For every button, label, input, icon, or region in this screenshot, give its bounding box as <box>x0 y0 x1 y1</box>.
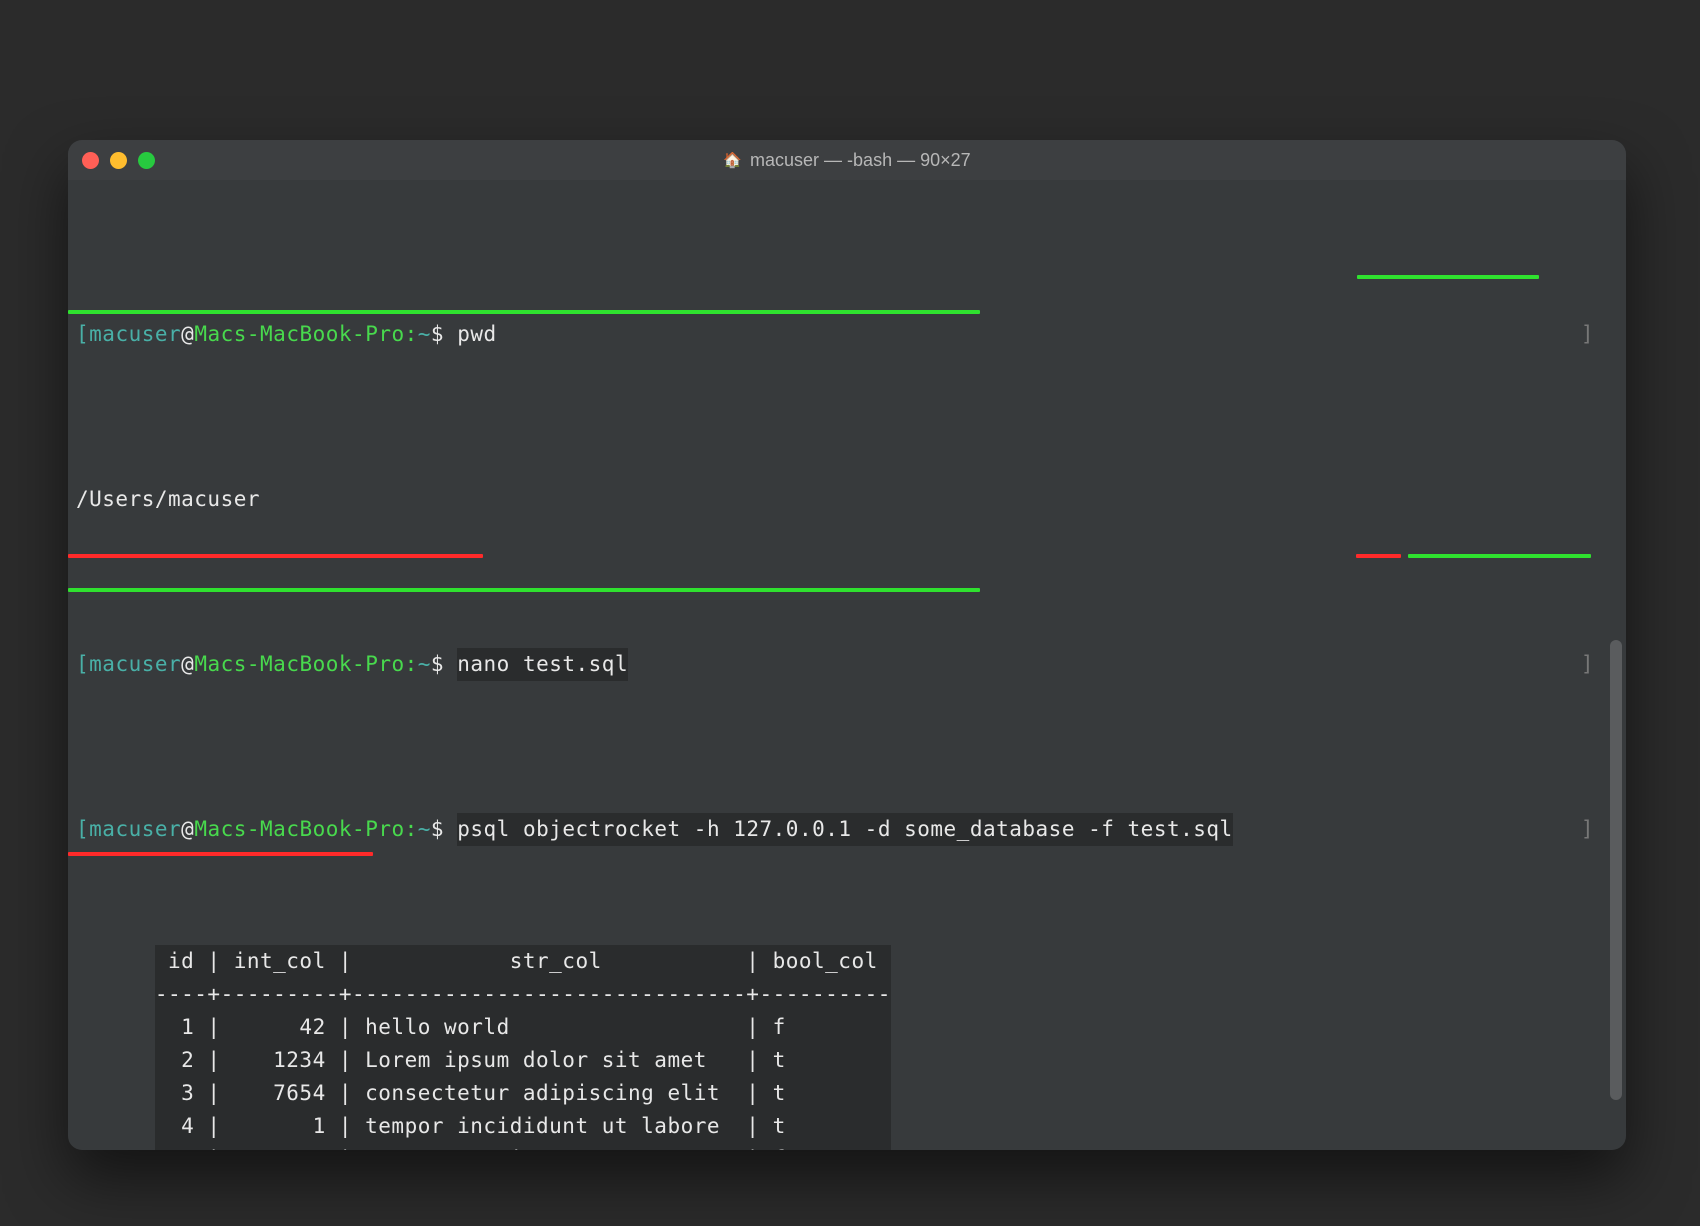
table-row: 3 | 7654 | consectetur adipiscing elit |… <box>155 1077 891 1110</box>
bracket-right-icon: ] <box>1581 813 1594 846</box>
bracket-right-icon: ] <box>1581 648 1594 681</box>
command-text: nano test.sql <box>444 648 628 681</box>
prompt-line: [macuser@Macs-MacBook-Pro:~$ nano test.s… <box>76 648 1618 681</box>
table-row: 4 | 1 | tempor incididunt ut labore | t <box>155 1110 891 1143</box>
query-output-block: id | int_col | str_col | bool_col ----+-… <box>155 945 891 1150</box>
prompt-line: [macuser@Macs-MacBook-Pro:~$ pwd] <box>76 318 1618 351</box>
prompt-at: @ <box>181 318 194 351</box>
prompt-host: Macs-MacBook-Pro: <box>194 813 417 846</box>
prompt-at: @ <box>181 813 194 846</box>
prompt-user: macuser <box>89 318 181 351</box>
command-text: psql objectrocket -h 127.0.0.1 -d some_d… <box>444 813 1233 846</box>
terminal-body[interactable]: [macuser@Macs-MacBook-Pro:~$ pwd] /Users… <box>68 180 1626 1150</box>
command-text: pwd <box>444 318 497 351</box>
prompt-path: ~ <box>418 813 431 846</box>
table-separator: ----+---------+-------------------------… <box>155 978 891 1011</box>
annotation-underline <box>68 852 373 856</box>
titlebar[interactable]: 🏠 macuser — -bash — 90×27 <box>68 140 1626 180</box>
table-row: 1 | 42 | hello world | f <box>155 1011 891 1044</box>
annotation-underline <box>68 588 980 592</box>
annotation-underline <box>68 310 980 314</box>
annotation-underline <box>68 554 483 558</box>
bracket-icon: [ <box>76 813 89 846</box>
output-line: /Users/macuser <box>76 483 1618 516</box>
table-row: 2 | 1234 | Lorem ipsum dolor sit amet | … <box>155 1044 891 1077</box>
home-icon: 🏠 <box>723 151 742 169</box>
prompt-sigil: $ <box>431 648 444 681</box>
cmd-nano: nano test.sql <box>457 648 628 681</box>
cmd-pwd: pwd <box>457 322 496 346</box>
cmd-psql-f: psql objectrocket -h 127.0.0.1 -d some_d… <box>457 813 1232 846</box>
window-title: 🏠 macuser — -bash — 90×27 <box>68 150 1626 171</box>
terminal-window: 🏠 macuser — -bash — 90×27 [macuser@Macs-… <box>68 140 1626 1150</box>
prompt-line: [macuser@Macs-MacBook-Pro:~$ psql object… <box>76 813 1618 846</box>
bracket-right-icon: ] <box>1581 318 1594 351</box>
annotation-underline <box>1356 554 1401 558</box>
annotation-underline <box>1357 275 1539 279</box>
bracket-icon: [ <box>76 318 89 351</box>
table-row: 5 | 99999 | Excepteur sint occaecat | f <box>155 1143 891 1150</box>
bracket-icon: [ <box>76 648 89 681</box>
prompt-path: ~ <box>418 648 431 681</box>
annotation-underline <box>1408 554 1591 558</box>
prompt-user: macuser <box>89 813 181 846</box>
prompt-sigil: $ <box>431 318 444 351</box>
prompt-sigil: $ <box>431 813 444 846</box>
scrollbar-thumb[interactable] <box>1610 640 1622 1100</box>
prompt-path: ~ <box>418 318 431 351</box>
prompt-host: Macs-MacBook-Pro: <box>194 318 417 351</box>
prompt-at: @ <box>181 648 194 681</box>
prompt-host: Macs-MacBook-Pro: <box>194 648 417 681</box>
prompt-user: macuser <box>89 648 181 681</box>
window-title-text: macuser — -bash — 90×27 <box>750 150 971 171</box>
table-header: id | int_col | str_col | bool_col <box>155 945 891 978</box>
